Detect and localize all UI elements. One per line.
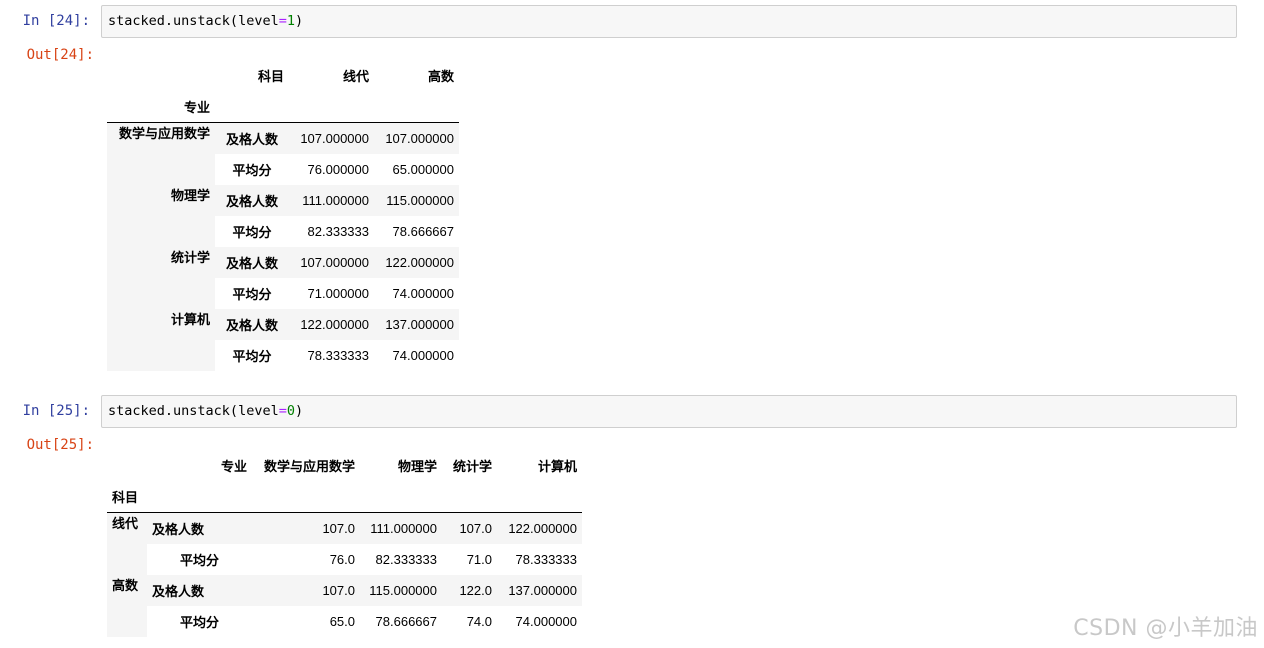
row-sub-label: 及格人数 xyxy=(147,575,252,606)
output-prompt-24: Out[24]: xyxy=(26,47,94,63)
table-cell: 82.333333 xyxy=(375,552,437,567)
row-index-name: 科目 xyxy=(107,481,147,513)
row-sub-label: 及格人数 xyxy=(215,309,289,340)
table-cell: 107.0 xyxy=(322,521,355,536)
dataframe-output-25: 专业 数学与应用数学 物理学 统计学 计算机 科目 线代 及格人数 107.0 … xyxy=(107,450,582,637)
table-cell: 122.000000 xyxy=(385,255,454,270)
table-row: 物理学 及格人数 111.000000 115.000000 xyxy=(107,185,459,247)
row-sub-label: 平均分 xyxy=(232,225,272,240)
table-cell: 107.0 xyxy=(459,521,492,536)
row-sub-label: 及格人数 xyxy=(215,122,289,154)
column-header: 计算机 xyxy=(537,459,577,474)
table-row: 高数 及格人数 107.0 115.000000 122.0 137.00000… xyxy=(107,575,582,637)
column-header: 统计学 xyxy=(452,459,492,474)
row-sub-label: 及格人数 xyxy=(215,185,289,216)
table-cell: 74.000000 xyxy=(515,614,577,629)
code-cell-24[interactable]: stacked.unstack(level=1) xyxy=(101,5,1237,38)
table-cell: 107.000000 xyxy=(385,131,454,146)
row-sub-label: 及格人数 xyxy=(147,512,252,544)
input-prompt-25: In [25]: xyxy=(22,403,90,419)
table-cell: 74.000000 xyxy=(392,286,454,301)
table-cell: 65.0 xyxy=(329,614,355,629)
table-cell: 107.0 xyxy=(322,583,355,598)
row-sub-label: 平均分 xyxy=(232,349,272,364)
column-header: 高数 xyxy=(427,69,454,84)
table-cell: 115.000000 xyxy=(386,193,454,208)
table-cell: 76.000000 xyxy=(307,162,369,177)
code-text-24[interactable]: stacked.unstack(level=1) xyxy=(108,13,303,29)
table-cell: 65.000000 xyxy=(392,162,454,177)
code-text-25[interactable]: stacked.unstack(level=0) xyxy=(108,403,303,419)
table-cell: 71.000000 xyxy=(307,286,369,301)
column-index-name: 专业 xyxy=(220,459,247,474)
row-group-label: 高数 xyxy=(107,575,147,637)
table-cell: 137.000000 xyxy=(385,317,454,332)
table-cell: 78.666667 xyxy=(392,224,454,239)
row-index-name: 专业 xyxy=(107,91,215,123)
column-header: 物理学 xyxy=(397,459,437,474)
table-cell: 122.000000 xyxy=(508,521,577,536)
table-cell: 115.000000 xyxy=(369,583,437,598)
input-prompt-24: In [24]: xyxy=(22,13,90,29)
table-cell: 122.0 xyxy=(459,583,492,598)
table-cell: 107.000000 xyxy=(300,255,369,270)
row-sub-label: 平均分 xyxy=(179,615,219,630)
table-cell: 122.000000 xyxy=(300,317,369,332)
column-header: 线代 xyxy=(342,69,369,84)
row-group-label: 数学与应用数学 xyxy=(107,122,215,185)
table-cell: 78.666667 xyxy=(375,614,437,629)
table-row: 计算机 及格人数 122.000000 137.000000 xyxy=(107,309,459,371)
table-cell: 78.333333 xyxy=(515,552,577,567)
table-cell: 78.333333 xyxy=(307,348,369,363)
table-cell: 74.000000 xyxy=(392,348,454,363)
table-row: 数学与应用数学 及格人数 107.000000 107.000000 xyxy=(107,122,459,185)
table-cell: 76.0 xyxy=(329,552,355,567)
table-cell: 111.000000 xyxy=(302,193,369,208)
row-sub-label: 平均分 xyxy=(232,163,272,178)
row-group-label: 物理学 xyxy=(107,185,215,247)
row-sub-label: 平均分 xyxy=(179,553,219,568)
output-prompt-25: Out[25]: xyxy=(26,437,94,453)
dataframe-output-24: 科目 线代 高数 专业 数学与应用数学 及格人数 107.000000 107.… xyxy=(107,60,459,371)
watermark: CSDN @小羊加油 xyxy=(1073,616,1258,641)
row-sub-label: 及格人数 xyxy=(215,247,289,278)
table-cell: 71.0 xyxy=(466,552,492,567)
column-index-name: 科目 xyxy=(257,69,284,84)
row-sub-label: 平均分 xyxy=(232,287,272,302)
table-cell: 107.000000 xyxy=(300,131,369,146)
table-row: 线代 及格人数 107.0 111.000000 107.0 122.00000… xyxy=(107,512,582,575)
row-group-label: 线代 xyxy=(107,512,147,575)
table-row: 统计学 及格人数 107.000000 122.000000 xyxy=(107,247,459,309)
column-header: 数学与应用数学 xyxy=(263,459,355,474)
row-group-label: 计算机 xyxy=(107,309,215,371)
table-cell: 74.0 xyxy=(466,614,492,629)
code-cell-25[interactable]: stacked.unstack(level=0) xyxy=(101,395,1237,428)
table-cell: 82.333333 xyxy=(307,224,369,239)
table-row: 平均分 76.0 82.333333 71.0 78.333333 xyxy=(107,544,582,575)
table-row: 平均分 65.0 78.666667 74.0 74.000000 xyxy=(107,606,582,637)
row-group-label: 统计学 xyxy=(107,247,215,309)
table-cell: 137.000000 xyxy=(508,583,577,598)
table-cell: 111.000000 xyxy=(370,521,437,536)
